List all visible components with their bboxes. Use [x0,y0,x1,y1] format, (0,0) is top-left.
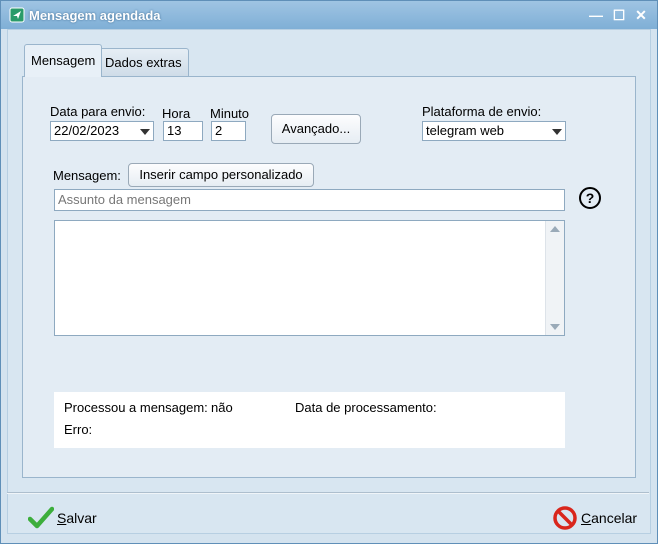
hour-input[interactable]: 13 [163,121,203,141]
cancel-button[interactable]: Cancelar [553,504,643,532]
tab-mensagem[interactable]: Mensagem [24,44,103,77]
processed-value: não [211,400,233,415]
checkmark-icon [28,506,54,529]
scroll-down-icon[interactable] [550,324,560,330]
insert-custom-field-button[interactable]: Inserir campo personalizado [128,163,314,187]
vertical-scrollbar[interactable] [545,221,564,335]
chevron-down-icon[interactable] [552,129,562,135]
subject-input[interactable]: Assunto da mensagem [54,189,565,211]
processed-date-label: Data de processamento: [295,400,437,415]
cancel-icon [553,506,577,530]
processing-status-box: Processou a mensagem: não Data de proces… [54,392,565,448]
advanced-button[interactable]: Avançado... [271,114,361,144]
minute-value: 2 [215,123,223,138]
error-label: Erro: [64,422,93,437]
minute-input[interactable]: 2 [211,121,246,141]
platform-value: telegram web [426,123,505,138]
subject-placeholder: Assunto da mensagem [58,192,191,207]
close-button[interactable]: ✕ [630,5,652,25]
message-label: Mensagem: [53,168,121,183]
message-body-textarea[interactable] [54,220,565,336]
hour-label: Hora [162,106,191,121]
cancel-label: Cancelar [581,510,638,526]
save-label: Salvar [57,510,97,526]
date-label: Data para envio: [50,104,146,119]
minimize-button[interactable]: — [585,5,607,25]
chevron-down-icon[interactable] [140,129,150,135]
help-icon[interactable]: ? [579,187,601,209]
app-icon [9,7,25,23]
date-value: 22/02/2023 [54,123,120,138]
minute-label: Minuto [210,106,250,121]
date-picker[interactable]: 22/02/2023 [50,121,154,141]
platform-select[interactable]: telegram web [422,121,566,141]
hour-value: 13 [167,123,182,138]
processed-label: Processou a mensagem: [64,400,208,415]
platform-label: Plataforma de envio: [422,104,542,119]
scroll-up-icon[interactable] [550,226,560,232]
maximize-button[interactable]: ☐ [608,5,630,25]
window-title: Mensagem agendada [29,8,161,23]
footer-separator [7,492,649,494]
title-bar[interactable]: Mensagem agendada — ☐ ✕ [1,1,657,29]
save-button[interactable]: Salvar [28,504,108,532]
tab-dados-extras[interactable]: Dados extras [98,48,189,76]
